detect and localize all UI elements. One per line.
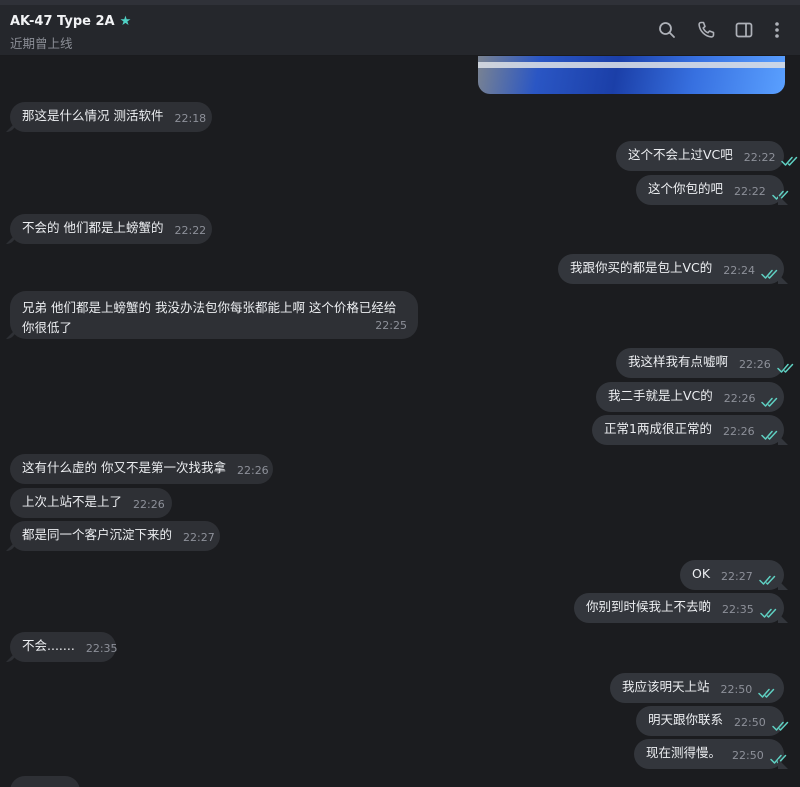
message-text: 我跟你买的都是包上VC的 xyxy=(570,260,713,275)
message-time: 22:26 xyxy=(739,358,771,371)
read-receipt-icon xyxy=(760,426,779,440)
outgoing-message[interactable]: OK 22:27 xyxy=(680,560,784,590)
message-time: 22:22 xyxy=(734,185,766,198)
read-receipt-icon xyxy=(759,604,778,618)
message-text: 兄弟 他们都是上螃蟹的 我没办法包你每张都能上啊 这个价格已经给你很低了 xyxy=(22,300,397,335)
message-time: 22:50 xyxy=(734,716,766,729)
last-seen-status: 近期曾上线 xyxy=(10,36,73,51)
outgoing-message[interactable]: 正常1两成很正常的 22:26 xyxy=(592,415,784,445)
chat-title-row[interactable]: AK-47 Type 2A ★ xyxy=(10,14,133,29)
message-text: 这有什么虚的 你又不是第一次找我拿 xyxy=(22,460,226,475)
read-receipt-icon xyxy=(761,393,779,407)
incoming-message[interactable]: 那这是什么情况 测活软件 22:18 xyxy=(10,102,212,132)
read-receipt-icon xyxy=(759,571,777,585)
message-time: 22:26 xyxy=(722,425,755,438)
message-text: 正常1两成很正常的 xyxy=(604,421,712,436)
message-time: 22:27 xyxy=(721,570,753,583)
read-receipt-icon xyxy=(776,359,795,373)
outgoing-message[interactable]: 我二手就是上VC的 22:26 xyxy=(596,382,784,412)
message-text: 这个你包的吧 xyxy=(648,181,724,196)
read-receipt-icon xyxy=(771,186,790,200)
outgoing-message[interactable]: 我这样我有点嘘啊 22:26 xyxy=(616,348,793,378)
message-time: 22:50 xyxy=(720,683,753,696)
chat-header: AK-47 Type 2A ★ 近期曾上线 xyxy=(0,5,800,56)
message-time: 22:35 xyxy=(722,603,754,616)
outgoing-message[interactable]: 你别到时候我上不去啲 22:35 xyxy=(574,593,784,623)
message-time: 22:18 xyxy=(174,112,207,125)
message-time: 22:50 xyxy=(732,749,764,762)
star-icon: ★ xyxy=(119,14,132,29)
phone-icon[interactable] xyxy=(695,19,717,41)
message-time: 22:22 xyxy=(174,224,207,237)
message-time: 22:26 xyxy=(133,498,165,511)
message-time: 22:35 xyxy=(85,642,118,655)
message-text: 不会....... xyxy=(22,638,75,653)
incoming-message-partial[interactable] xyxy=(10,776,80,787)
chat-title[interactable]: AK-47 Type 2A xyxy=(10,14,115,29)
sidebar-toggle-icon[interactable] xyxy=(733,19,755,41)
incoming-message[interactable]: 不会的 他们都是上螃蟹的 22:22 xyxy=(10,214,212,244)
message-text: 不会的 他们都是上螃蟹的 xyxy=(22,220,164,235)
read-receipt-icon xyxy=(781,152,799,166)
message-text: 我二手就是上VC的 xyxy=(608,388,713,403)
message-time: 22:24 xyxy=(723,264,755,277)
more-options-icon[interactable] xyxy=(766,19,788,41)
message-text: 我这样我有点嘘啊 xyxy=(628,354,729,369)
image-band-decor xyxy=(478,62,785,68)
outgoing-message[interactable]: 我应该明天上站 22:50 xyxy=(610,673,784,703)
outgoing-message[interactable]: 明天跟你联系 22:50 xyxy=(636,706,788,736)
read-receipt-icon xyxy=(758,684,776,698)
read-receipt-icon xyxy=(769,750,788,764)
message-text: OK xyxy=(692,566,711,581)
outgoing-message[interactable]: 这个不会上过VC吧 22:22 xyxy=(616,141,798,171)
image-message-preview[interactable] xyxy=(478,56,785,94)
incoming-message[interactable]: 不会....... 22:35 xyxy=(10,632,118,662)
read-receipt-icon xyxy=(771,717,790,731)
incoming-message[interactable]: 这有什么虚的 你又不是第一次找我拿 22:26 xyxy=(10,454,273,484)
message-text: 明天跟你联系 xyxy=(648,712,724,727)
message-text: 那这是什么情况 测活软件 xyxy=(22,108,164,123)
outgoing-message[interactable]: 现在测得慢。 22:50 xyxy=(634,739,786,769)
message-time: 22:26 xyxy=(723,392,756,405)
incoming-message[interactable]: 都是同一个客户沉淀下来的 22:27 xyxy=(10,521,220,551)
incoming-message[interactable]: 上次上站不是上了 22:26 xyxy=(10,488,172,518)
search-icon[interactable] xyxy=(656,19,678,41)
message-text: 上次上站不是上了 xyxy=(22,494,123,509)
message-text: 我应该明天上站 xyxy=(622,679,710,694)
message-time: 22:22 xyxy=(743,151,776,164)
outgoing-message[interactable]: 我跟你买的都是包上VC的 22:24 xyxy=(558,254,784,284)
message-text: 都是同一个客户沉淀下来的 xyxy=(22,527,173,542)
read-receipt-icon xyxy=(761,265,779,279)
message-text: 你别到时候我上不去啲 xyxy=(586,599,712,614)
outgoing-message[interactable]: 这个你包的吧 22:22 xyxy=(636,175,788,205)
message-time: 22:26 xyxy=(236,464,269,477)
message-time: 22:25 xyxy=(375,319,407,332)
incoming-message[interactable]: 兄弟 他们都是上螃蟹的 我没办法包你每张都能上啊 这个价格已经给你很低了 22:2… xyxy=(10,291,418,339)
message-text: 现在测得慢。 xyxy=(646,745,722,760)
message-text: 这个不会上过VC吧 xyxy=(628,147,733,162)
message-time: 22:27 xyxy=(183,531,215,544)
